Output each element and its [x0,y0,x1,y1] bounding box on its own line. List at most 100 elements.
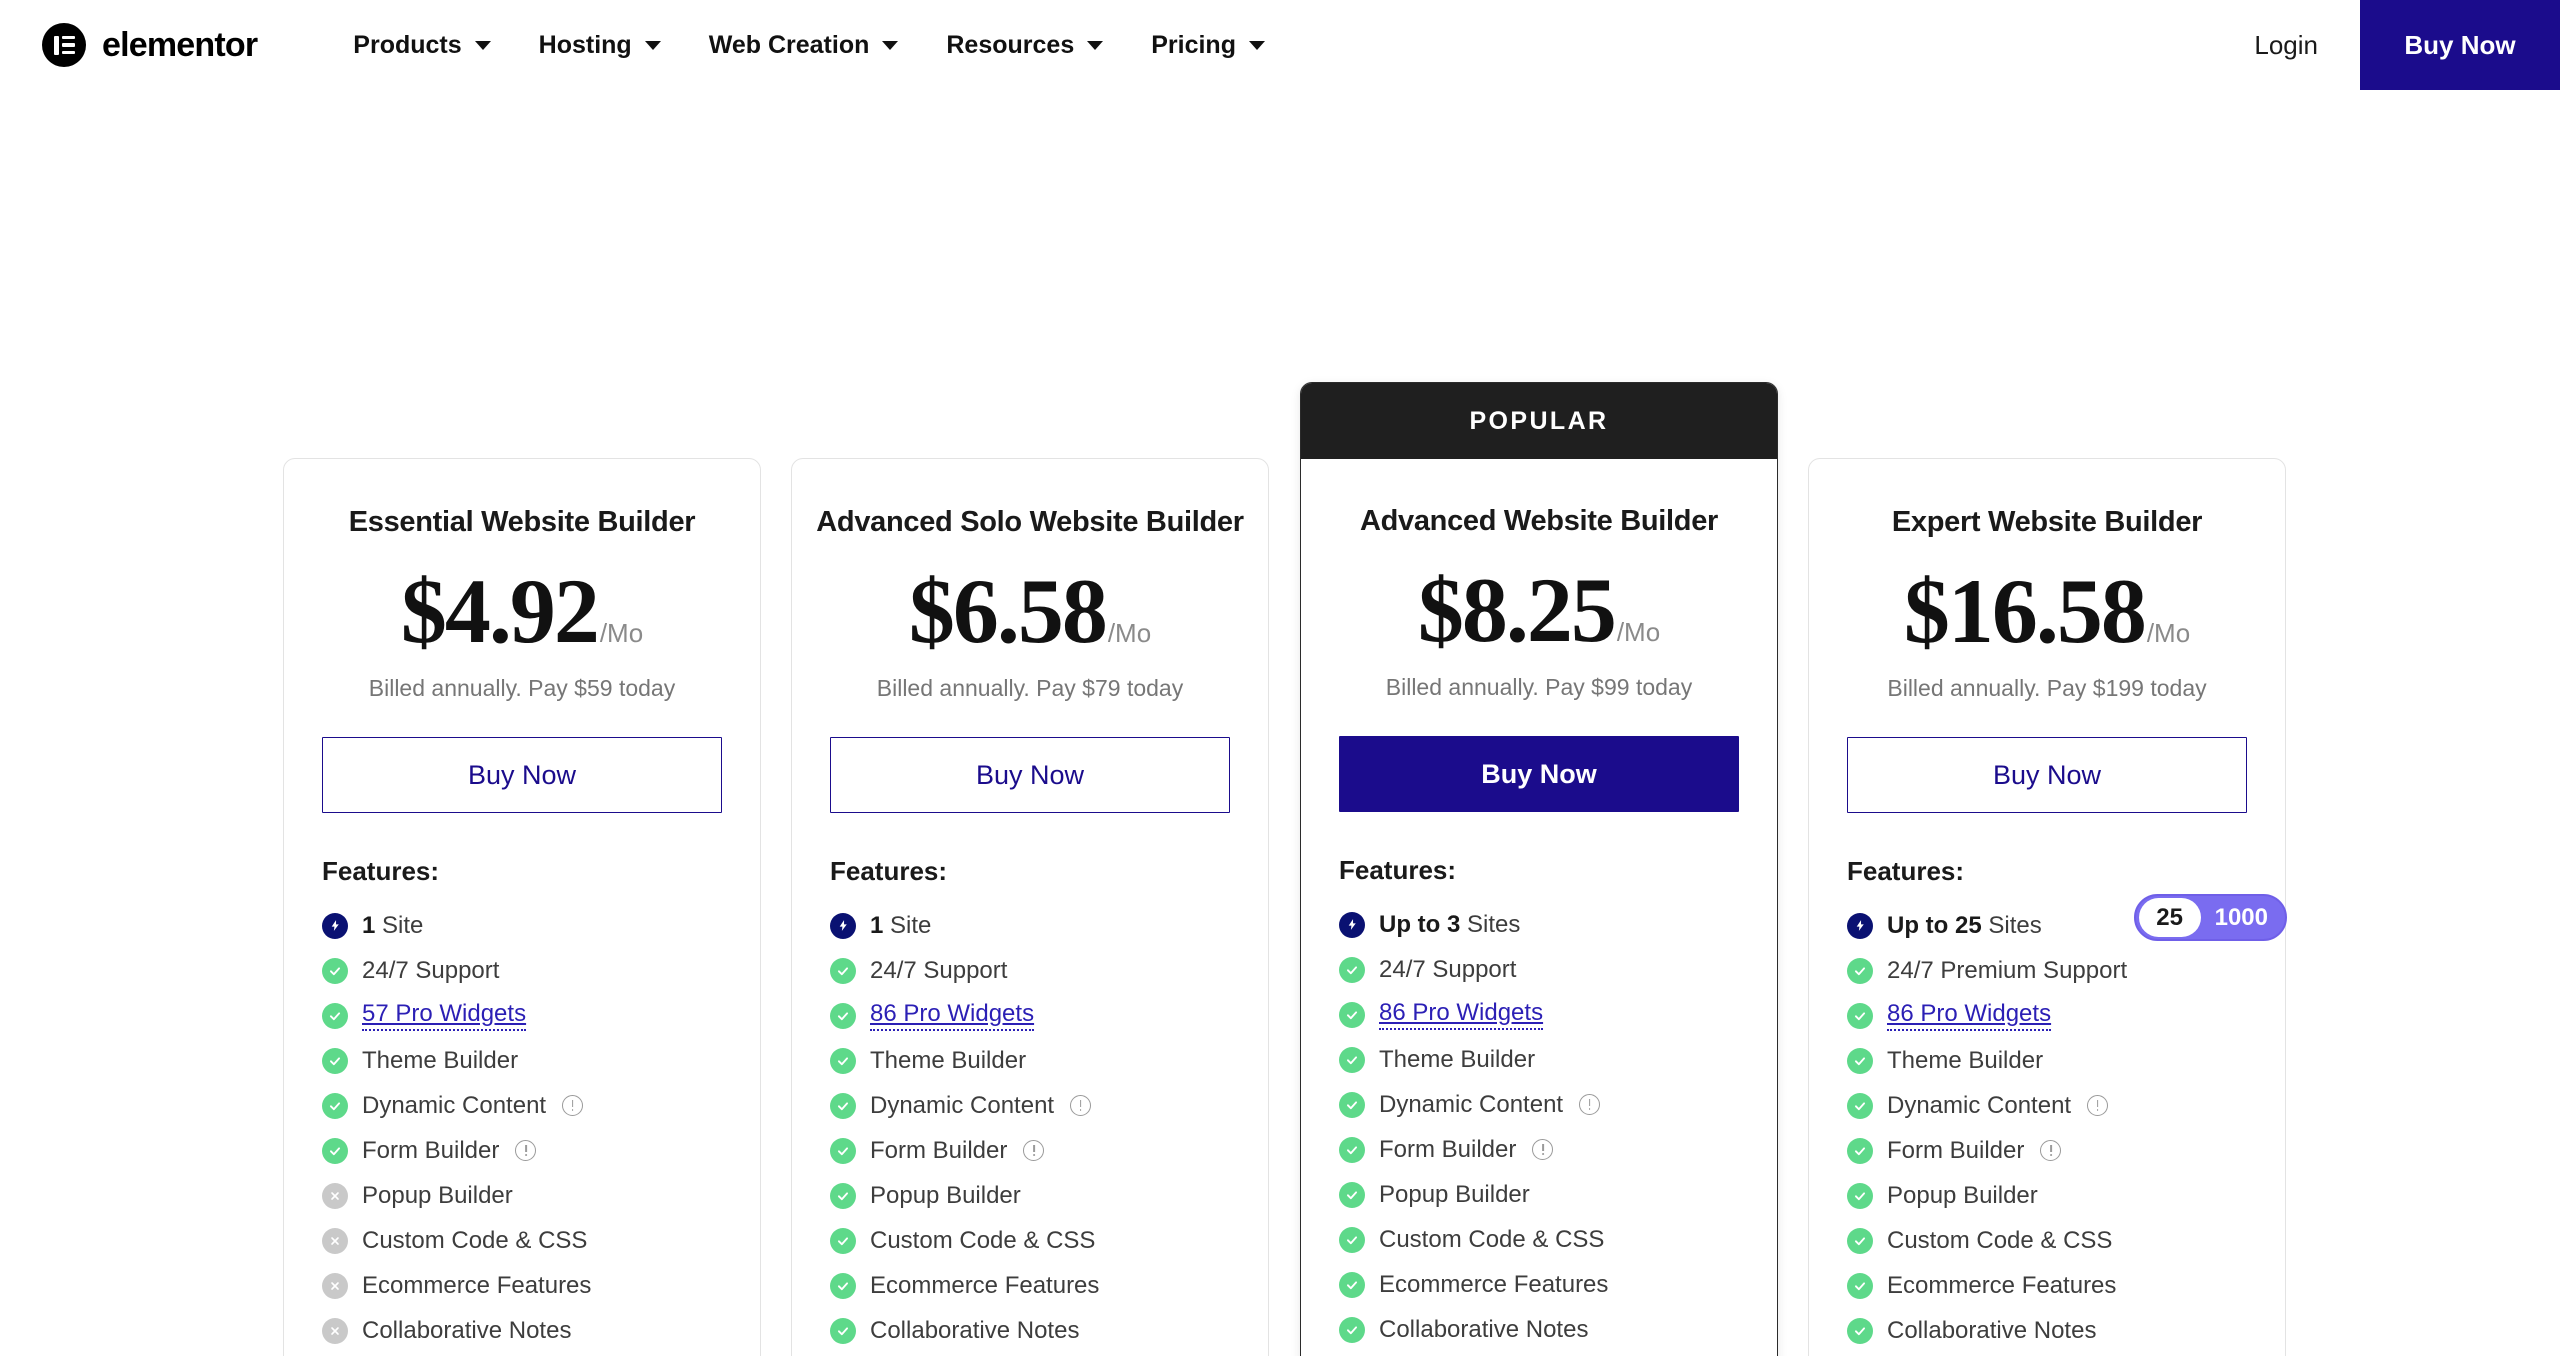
feature-item: Theme Builder [830,1038,1230,1083]
info-icon[interactable] [562,1095,584,1116]
plan-title: Advanced Website Builder [1359,505,1719,537]
feature-item: 86 Pro Widgets [830,993,1230,1038]
info-icon[interactable] [2087,1095,2109,1116]
plan-price: $8.25 [1417,559,1617,661]
brand-logo[interactable]: elementor [42,23,258,67]
chevron-down-icon [644,40,661,50]
feature-label: Dynamic Content [870,1091,1055,1119]
feature-item: Theme Builder [322,1038,722,1083]
features-heading: Features: [1339,855,1457,885]
feature-label: Sites [1467,910,1521,938]
info-icon[interactable] [515,1140,537,1161]
feature-item: Ecommerce Features [322,1263,722,1308]
pro-widgets-link[interactable]: 86 Pro Widgets [1887,1000,2052,1031]
feature-label: Site [382,911,424,939]
check-icon [322,957,348,984]
feature-strong: Up to 3 [1379,910,1461,938]
feature-item: 86 Pro Widgets [1847,993,2247,1038]
feature-item: Ecommerce Features [1339,1262,1739,1307]
feature-label: Ecommerce Features [1379,1270,1609,1298]
check-icon [830,1002,856,1029]
feature-label: Collaborative Notes [1887,1316,2097,1344]
cross-icon [322,1317,348,1344]
feature-strong: 1 [362,911,376,939]
sites-toggle-option-25[interactable]: 25 [2138,898,2201,937]
plan-buy-now-button[interactable]: Buy Now [322,737,722,813]
check-icon [830,1092,856,1119]
info-icon[interactable] [1070,1095,1092,1116]
plan-title: Expert Website Builder [1891,506,2203,538]
nav-item-pricing[interactable]: Pricing [1127,21,1289,70]
check-icon [322,1002,348,1029]
nav-label: Pricing [1151,30,1236,59]
feature-label: Form Builder [1379,1135,1517,1163]
feature-item: Form Builder [1847,1128,2247,1173]
header-buy-now-button[interactable]: Buy Now [2360,0,2560,90]
nav-item-resources[interactable]: Resources [922,21,1127,70]
feature-label: Custom Code & CSS [1379,1225,1605,1253]
feature-item: Form Builder [322,1128,722,1173]
cross-icon [322,1227,348,1254]
plan-features: Features: Up to 3 Sites 24/7 Support 86 … [1339,855,1739,1352]
check-icon [1847,957,1873,984]
nav-item-web-creation[interactable]: Web Creation [685,21,923,70]
nav-item-products[interactable]: Products [329,21,514,70]
plan-billing-note: Billed annually. Pay $199 today [1887,675,2207,701]
info-icon[interactable] [1532,1139,1554,1160]
nav-item-hosting[interactable]: Hosting [515,21,685,70]
pro-widgets-link[interactable]: 57 Pro Widgets [362,1000,527,1031]
feature-label: Popup Builder [362,1181,513,1209]
pricing-card-advanced-solo: Advanced Solo Website Builder $6.58 /Mo … [791,458,1269,1356]
feature-label: 24/7 Support [870,956,1008,984]
info-icon[interactable] [1579,1094,1601,1115]
feature-item: 24/7 Support [1339,947,1739,992]
bolt-icon [830,912,856,939]
feature-label: Collaborative Notes [362,1316,572,1344]
check-icon [830,1317,856,1344]
feature-item: Collaborative Notes [830,1308,1230,1353]
check-icon [322,1137,348,1164]
info-icon[interactable] [2040,1140,2062,1161]
site-header: elementor Products Hosting Web Creation … [0,0,2560,90]
check-icon [1339,1316,1365,1343]
feature-label: Ecommerce Features [1887,1271,2117,1299]
plan-price-period: /Mo [1107,618,1152,648]
check-icon [830,1272,856,1299]
plan-price-row: $16.58 /Mo [1904,565,2190,657]
check-icon [830,957,856,984]
feature-item: Dynamic Content [1339,1082,1739,1127]
plan-buy-now-button[interactable]: Buy Now [1339,736,1739,812]
plan-price-row: $6.58 /Mo [909,565,1151,657]
plan-features: Features: 1 Site 24/7 Support 57 Pro Wid… [322,856,722,1353]
features-heading: Features: [322,856,440,886]
feature-item: Ecommerce Features [1847,1263,2247,1308]
info-icon[interactable] [1023,1140,1045,1161]
pro-widgets-link[interactable]: 86 Pro Widgets [1379,999,1544,1030]
pricing-card-advanced: POPULAR Advanced Website Builder $8.25 /… [1300,382,1778,1356]
check-icon [1339,1271,1365,1298]
check-icon [322,1092,348,1119]
feature-item: Custom Code & CSS [1847,1218,2247,1263]
check-icon [322,1047,348,1074]
plan-title: Essential Website Builder [348,506,696,538]
sites-toggle-option-1000[interactable]: 1000 [2201,898,2282,937]
elementor-logo-icon [42,23,86,67]
plan-buy-now-button[interactable]: Buy Now [830,737,1230,813]
check-icon [1847,1272,1873,1299]
bolt-icon [1339,911,1365,938]
plan-price-period: /Mo [599,618,644,648]
feature-label: Dynamic Content [1379,1090,1564,1118]
feature-label: Popup Builder [870,1181,1021,1209]
sites-count-toggle[interactable]: 25 1000 [2133,894,2287,941]
nav-label: Products [353,30,462,59]
plan-price: $6.58 [908,560,1108,662]
check-icon [1847,1137,1873,1164]
feature-item: Form Builder [1339,1127,1739,1172]
login-link[interactable]: Login [2254,30,2318,61]
plan-buy-now-button[interactable]: Buy Now [1847,737,2247,813]
feature-item: Theme Builder [1847,1038,2247,1083]
chevron-down-icon [1248,40,1265,50]
pricing-cards-area: Essential Website Builder $4.92 /Mo Bill… [0,90,2560,1356]
check-icon [830,1137,856,1164]
pro-widgets-link[interactable]: 86 Pro Widgets [870,1000,1035,1031]
